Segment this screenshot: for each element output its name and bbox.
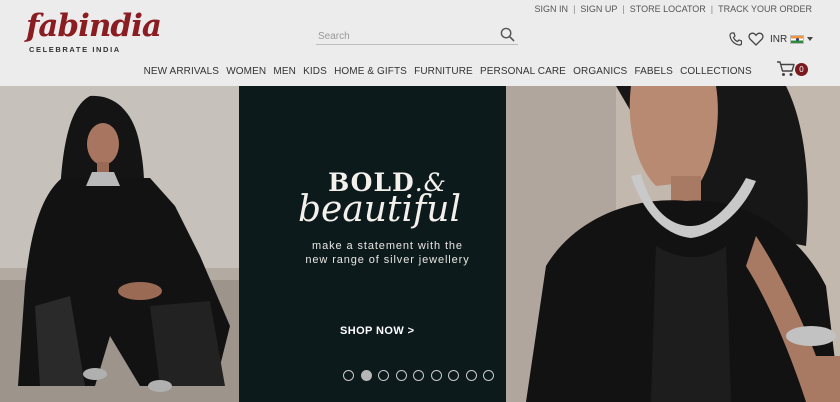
model-photo-right [506,86,840,402]
carousel-dot[interactable] [483,370,494,381]
logo-tagline: CELEBRATE INDIA [29,45,121,54]
carousel-dot[interactable] [343,370,354,381]
heart-icon[interactable] [748,32,764,46]
hero-image-right [506,86,840,402]
nav-kids[interactable]: KIDS [300,66,331,77]
model-photo-left [0,86,239,402]
currency-label: INR [770,33,788,45]
cart-button[interactable]: 0 [776,60,810,80]
carousel-dot[interactable] [465,370,477,381]
search-bar [316,26,518,46]
nav-collections[interactable]: COLLECTIONS [676,66,755,77]
carousel-dot[interactable] [430,370,442,381]
hero-subtext-line2: new range of silver jewellery [305,254,470,266]
site-header: fabindia CELEBRATE INDIA SIGN IN | SIGN … [0,0,840,86]
nav-fabels[interactable]: FABELS [631,66,677,77]
hero-subtext-line1: make a statement with the [312,240,463,252]
nav-men[interactable]: MEN [270,66,300,77]
india-flag-icon [790,34,805,44]
nav-personal-care[interactable]: PERSONAL CARE [476,66,569,77]
shop-now-button[interactable]: SHOP NOW > [340,325,414,337]
cart-count-badge: 0 [795,63,808,76]
fabindia-logo[interactable]: fabindia CELEBRATE INDIA [26,8,162,58]
hero-image-left [0,86,239,402]
carousel-dot[interactable] [413,370,424,381]
currency-selector[interactable]: INR [770,33,814,45]
chevron-down-icon [807,37,814,41]
sign-up-link[interactable]: SIGN UP [580,4,617,14]
divider: | [710,4,714,14]
main-nav: NEW ARRIVALS WOMEN MEN KIDS HOME & GIFTS… [140,66,755,77]
top-links: SIGN IN | SIGN UP | STORE LOCATOR | TRAC… [535,4,812,14]
carousel-dot[interactable] [395,370,407,381]
nav-new-arrivals[interactable]: NEW ARRIVALS [140,66,223,77]
divider: | [622,4,625,14]
store-locator-link[interactable]: STORE LOCATOR [630,4,706,14]
nav-organics[interactable]: ORGANICS [570,66,631,77]
carousel-dot[interactable] [360,370,372,381]
hero-banner[interactable]: BOLD.& beautiful make a statement with t… [0,86,840,402]
nav-women[interactable]: WOMEN [223,66,270,77]
phone-icon[interactable] [729,32,742,46]
track-order-link[interactable]: TRACK YOUR ORDER [718,4,812,14]
carousel-dot[interactable] [378,370,389,381]
carousel-dot[interactable] [448,370,459,381]
sign-in-link[interactable]: SIGN IN [535,4,569,14]
cart-icon [777,61,795,76]
utility-bar: INR [729,30,814,48]
search-input[interactable] [316,27,496,46]
nav-furniture[interactable]: FURNITURE [411,66,477,77]
divider: | [573,4,576,14]
hero-headline-beautiful: beautiful [297,189,461,230]
carousel-dots [343,370,494,381]
nav-home-gifts[interactable]: HOME & GIFTS [330,66,410,77]
hero-text-panel: BOLD.& beautiful make a statement with t… [239,86,506,402]
logo-wordmark: fabindia [26,8,162,44]
search-icon[interactable] [500,27,515,42]
